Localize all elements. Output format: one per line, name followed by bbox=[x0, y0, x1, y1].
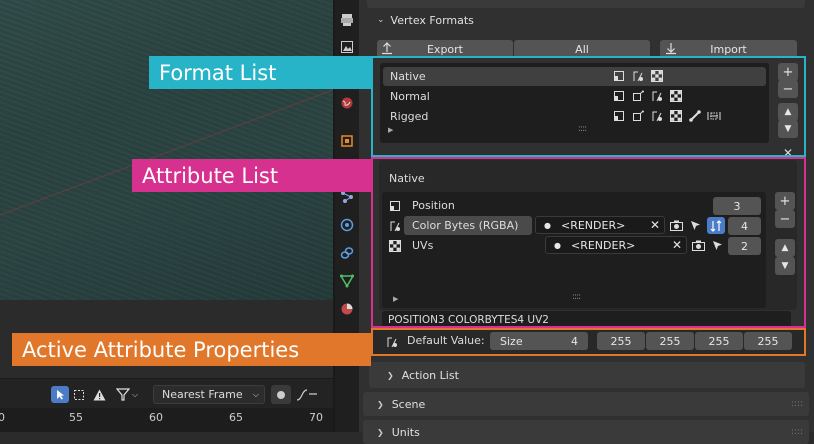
import-icon bbox=[666, 43, 676, 55]
frame-mode-label: Nearest Frame bbox=[162, 388, 243, 401]
tick-label: 55 bbox=[69, 411, 83, 424]
scene-header[interactable]: ❯ Scene :::: bbox=[363, 392, 809, 416]
drag-handle-icon[interactable]: :::: bbox=[791, 399, 803, 409]
record-dot-icon bbox=[277, 390, 285, 399]
tick-label: 70 bbox=[309, 411, 323, 424]
curve-icon bbox=[296, 388, 317, 401]
viewport-grid bbox=[0, 89, 333, 216]
warning-icon[interactable] bbox=[90, 386, 108, 403]
constraints-tab-icon[interactable] bbox=[337, 243, 357, 263]
previous-section-edge bbox=[367, 0, 805, 8]
action-list-header[interactable]: ❯ Action List bbox=[369, 362, 805, 388]
material-tab-icon[interactable] bbox=[337, 299, 357, 319]
3d-viewport[interactable] bbox=[0, 0, 333, 300]
timeline-header: ⌵ Nearest Frame ⌵ bbox=[0, 378, 333, 408]
select-box-icon[interactable] bbox=[70, 386, 88, 403]
section-title: Vertex Formats bbox=[390, 13, 474, 27]
active-attribute-annotation: Active Attribute Properties bbox=[12, 333, 371, 366]
output-tab-icon[interactable] bbox=[337, 37, 357, 57]
world-tab-icon[interactable] bbox=[337, 93, 357, 113]
data-tab-icon[interactable] bbox=[337, 271, 357, 291]
tick-label: 0 bbox=[0, 411, 5, 424]
chevron-down-icon: ⌵ bbox=[132, 389, 139, 399]
vertex-formats-header[interactable]: ⌄ Vertex Formats bbox=[369, 10, 805, 30]
timeline-ruler[interactable]: 0 55 60 65 70 bbox=[0, 408, 333, 432]
filter-dropdown[interactable]: ⌵ bbox=[116, 386, 146, 403]
render-tab-icon[interactable] bbox=[337, 10, 357, 30]
active-attribute-highlight bbox=[371, 328, 806, 356]
interpolation-dropdown[interactable] bbox=[292, 385, 322, 404]
chevron-down-icon: ⌄ bbox=[377, 15, 385, 25]
physics-tab-icon[interactable] bbox=[337, 215, 357, 235]
export-icon bbox=[382, 42, 392, 55]
chevron-right-icon: ❯ bbox=[377, 427, 384, 437]
attribute-list-highlight bbox=[371, 157, 806, 328]
units-header[interactable]: ❯ Units :::: bbox=[363, 420, 809, 444]
record-toggle[interactable] bbox=[271, 385, 291, 404]
object-tab-icon[interactable] bbox=[337, 131, 357, 151]
chevron-right-icon: ❯ bbox=[377, 399, 384, 409]
filter-icon bbox=[116, 388, 130, 401]
select-cursor-icon[interactable] bbox=[51, 386, 69, 403]
tick-label: 65 bbox=[229, 411, 243, 424]
drag-handle-icon[interactable]: :::: bbox=[791, 427, 803, 437]
attribute-list-annotation: Attribute List bbox=[132, 159, 371, 192]
format-list-highlight bbox=[371, 56, 806, 157]
frame-mode-select[interactable]: Nearest Frame ⌵ bbox=[153, 385, 265, 404]
tick-label: 60 bbox=[149, 411, 163, 424]
chevron-right-icon: ❯ bbox=[387, 370, 394, 380]
format-list-annotation: Format List bbox=[149, 56, 371, 89]
chevron-down-icon: ⌵ bbox=[252, 389, 259, 399]
